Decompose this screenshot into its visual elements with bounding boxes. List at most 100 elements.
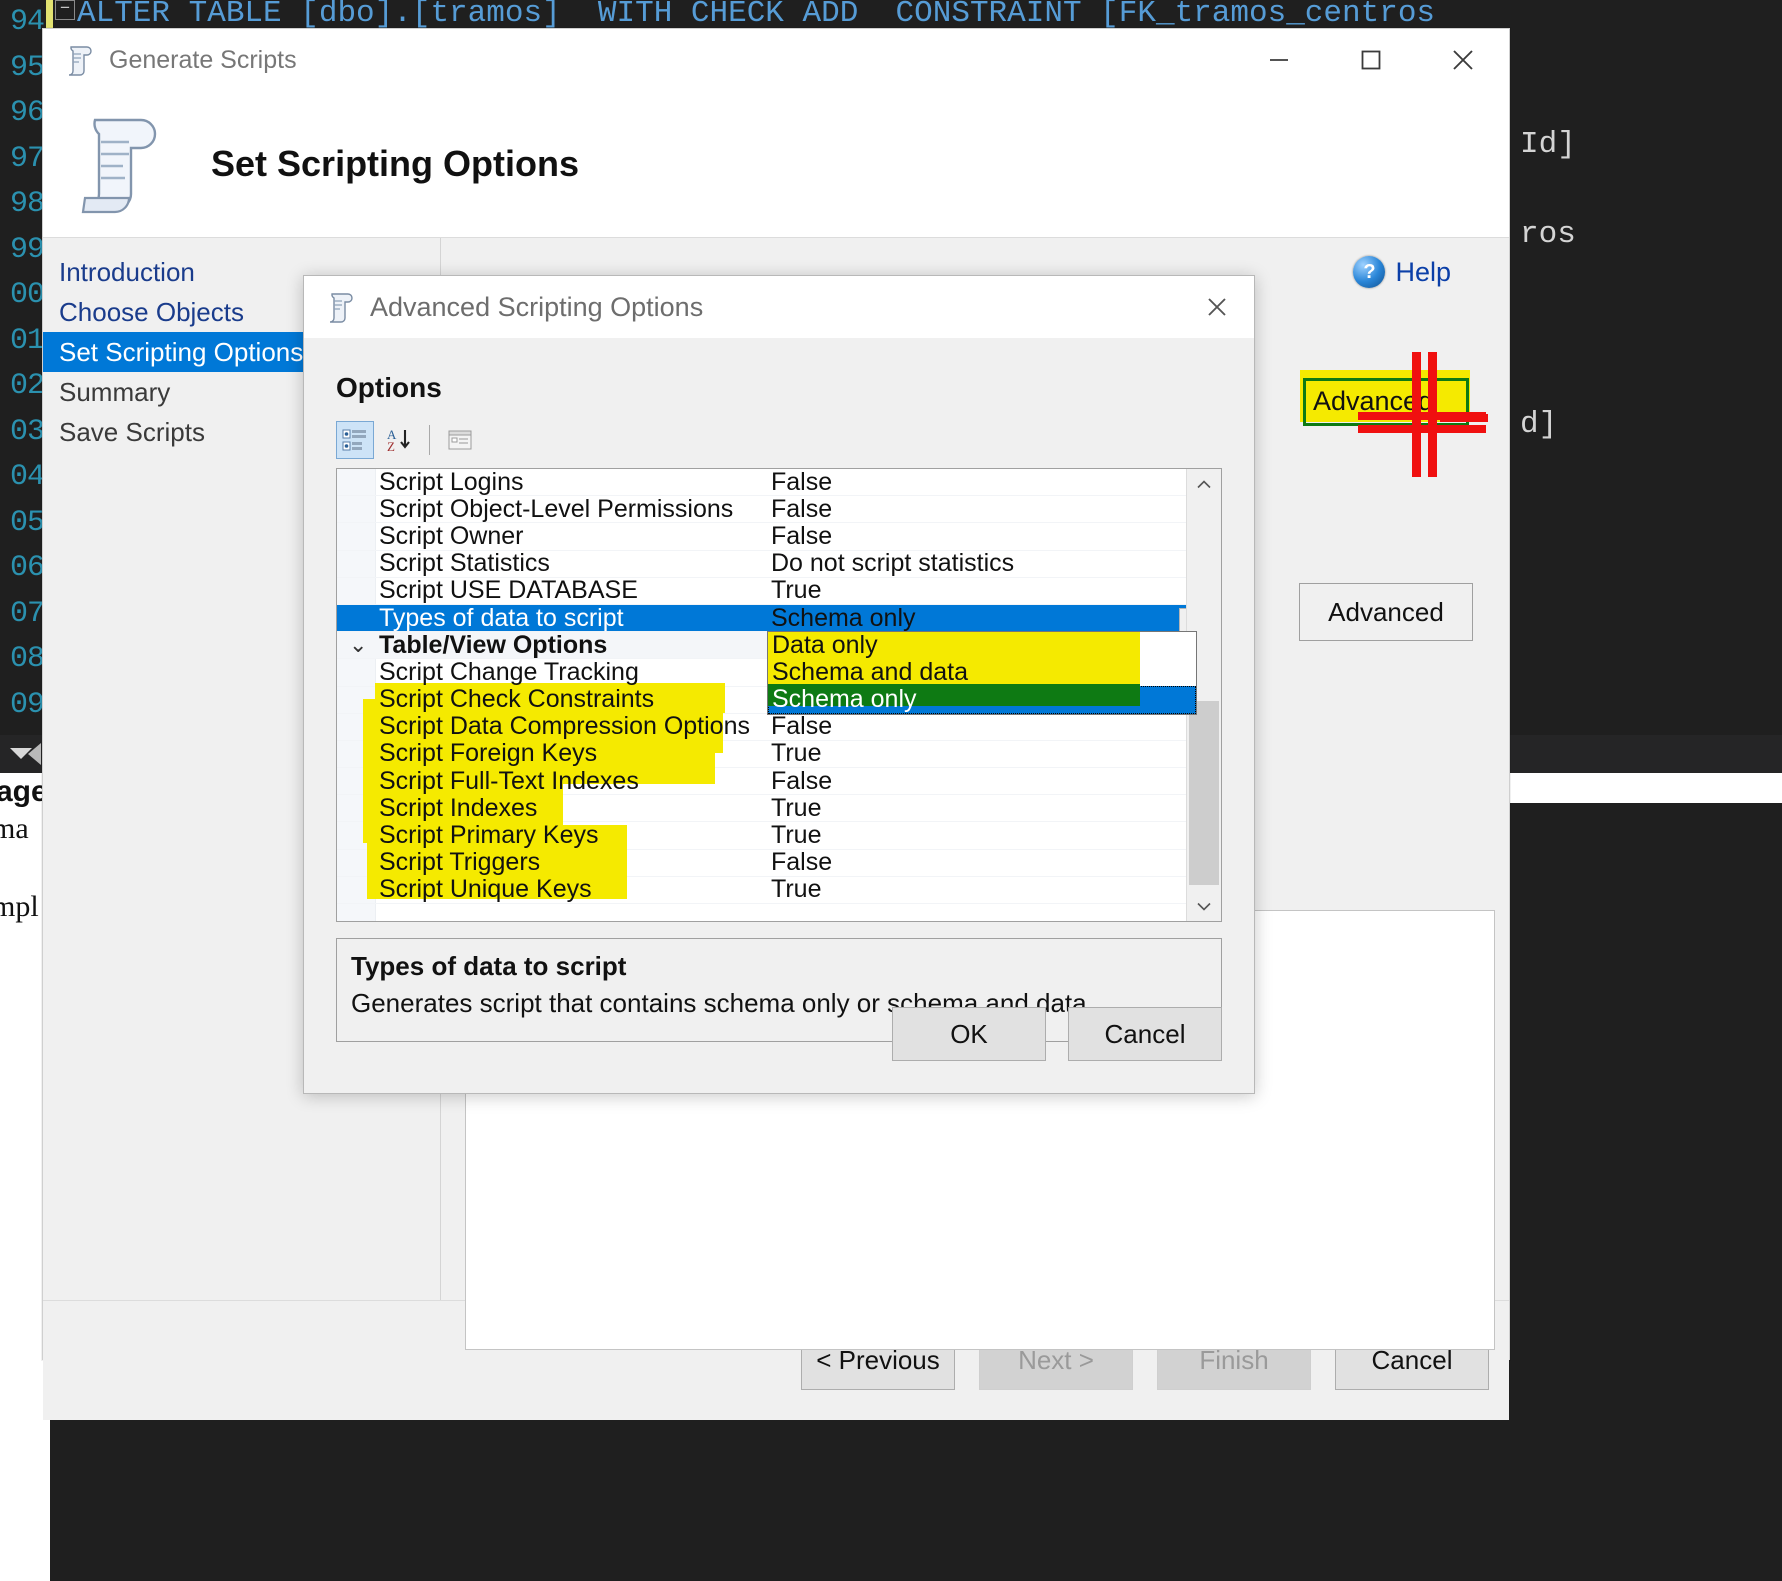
option-value[interactable]: True [767, 794, 1221, 823]
line-number: 00 [9, 278, 45, 312]
line-number: 07 [9, 596, 45, 631]
sql-code-fragment: Id] [1520, 127, 1576, 162]
option-name: Script Check Constraints [379, 685, 655, 714]
advanced-button-label: Advanced [1328, 596, 1444, 627]
line-number: 08 [9, 642, 45, 676]
option-value[interactable]: False [767, 469, 1221, 497]
alphabetical-sort-icon[interactable]: A Z [380, 421, 418, 459]
line-number: 01 [9, 323, 45, 358]
table-row-types-of-data-to-script[interactable]: Types of data to script Schema only [337, 604, 1221, 642]
line-number: 06 [9, 551, 45, 585]
scroll-down-icon[interactable] [1187, 891, 1221, 921]
option-name: Script Indexes [379, 793, 538, 822]
table-row[interactable]: Script Statistics Do not script statisti… [337, 549, 1221, 578]
table-row[interactable]: Script Foreign Keys True [337, 739, 1221, 769]
chevron-down-icon[interactable]: ⌄ [349, 632, 367, 658]
close-button[interactable] [1417, 29, 1509, 91]
doc-text-fragment: ma [0, 812, 29, 845]
dropdown-option-schema-only[interactable]: Schema only [768, 684, 1196, 714]
line-number: 97 [9, 141, 45, 176]
sql-code-fragment: d] [1520, 407, 1558, 442]
table-row[interactable]: Script Unique Keys True [337, 875, 1221, 904]
option-name: Script Data Compression Options [379, 712, 750, 741]
scrollbar-thumb[interactable] [1189, 701, 1219, 885]
line-number: 02 [9, 369, 45, 403]
option-value[interactable]: False [767, 767, 1221, 796]
help-link[interactable]: ? Help [1353, 256, 1451, 288]
minimize-button[interactable] [1233, 29, 1325, 91]
window-title: Generate Scripts [109, 45, 297, 74]
dropdown-option-label: Schema only [772, 685, 917, 714]
dropdown-option-label: Schema and data [772, 658, 968, 687]
dropdown-option-label: Data only [772, 631, 878, 659]
option-name: Script Statistics [379, 549, 550, 578]
advanced-dialog-title: Advanced Scripting Options [370, 291, 704, 322]
table-row[interactable]: Script Indexes True [337, 793, 1221, 823]
svg-text:Z: Z [387, 439, 395, 454]
line-number: 99 [9, 232, 45, 267]
page-title: Set Scripting Options [211, 143, 580, 184]
options-grid[interactable]: Script Logins False Script Object-Level … [336, 468, 1222, 922]
option-value[interactable]: True [767, 821, 1221, 850]
line-number: 95 [9, 50, 45, 85]
maximize-button[interactable] [1325, 29, 1417, 91]
option-value[interactable]: True [767, 576, 1221, 605]
window-controls [1233, 29, 1509, 91]
option-value[interactable]: False [767, 848, 1221, 877]
option-category-name: Table/View Options [379, 630, 608, 659]
dropdown-option-schema-and-data[interactable]: Schema and data [768, 657, 1196, 690]
editor-white-strip [1508, 773, 1782, 803]
table-row[interactable]: Script Full-Text Indexes False [337, 767, 1221, 796]
option-value[interactable]: True [767, 739, 1221, 768]
option-name: Script Foreign Keys [379, 739, 598, 768]
line-number: 96 [9, 96, 45, 130]
option-name: Script USE DATABASE [379, 576, 638, 605]
script-scroll-large-icon [71, 112, 167, 216]
table-row[interactable]: Script Owner False [337, 521, 1221, 551]
scroll-up-icon[interactable] [1187, 469, 1221, 499]
option-value[interactable]: False [767, 522, 1221, 551]
table-row[interactable]: Script Primary Keys True [337, 821, 1221, 850]
option-value[interactable]: Do not script statistics [767, 549, 1221, 578]
table-row[interactable]: Script USE DATABASE True [337, 576, 1221, 605]
option-value[interactable]: False [767, 712, 1221, 741]
types-of-data-dropdown[interactable]: Data only Schema and data Schema only [767, 631, 1197, 715]
option-value[interactable]: False [767, 495, 1221, 524]
option-name: Script Primary Keys [379, 821, 599, 850]
ok-button[interactable]: OK [892, 1007, 1046, 1061]
table-row[interactable]: Script Triggers False [337, 848, 1221, 877]
advanced-cancel-button[interactable]: Cancel [1068, 1007, 1222, 1061]
dropdown-option-data-only[interactable]: Data only [768, 631, 1196, 661]
advanced-dialog-titlebar[interactable]: Advanced Scripting Options [304, 276, 1254, 338]
close-icon[interactable] [1180, 276, 1254, 338]
generate-scripts-titlebar[interactable]: Generate Scripts [43, 29, 1509, 91]
line-number: 98 [9, 187, 45, 221]
doc-text-fragment: mpl [0, 890, 39, 923]
script-scroll-icon [65, 44, 95, 76]
categorized-view-icon[interactable] [336, 421, 374, 459]
option-name: Script Unique Keys [379, 875, 592, 904]
option-name: Script Triggers [379, 848, 541, 877]
advanced-button[interactable]: Advanced [1299, 583, 1473, 641]
property-pages-icon[interactable] [441, 421, 479, 459]
advanced-scripting-options-dialog: Advanced Scripting Options Options A Z S… [303, 275, 1255, 1094]
option-value[interactable]: True [767, 875, 1221, 904]
table-row[interactable]: Script Logins False [337, 468, 1221, 497]
table-row[interactable]: Script Data Compression Options False [337, 712, 1221, 741]
line-number: 05 [9, 505, 45, 540]
table-row[interactable]: Script Object-Level Permissions False [337, 495, 1221, 524]
help-label: Help [1395, 256, 1451, 287]
option-name: Script Logins [379, 468, 524, 496]
option-name: Script Owner [379, 521, 524, 550]
script-scroll-icon [326, 291, 356, 323]
wizard-header: Set Scripting Options [43, 91, 1509, 238]
options-section-title: Options [336, 372, 442, 403]
line-number: 09 [9, 687, 45, 722]
advanced-dialog-footer: OK Cancel [304, 975, 1254, 1093]
toolbar-separator [429, 425, 430, 455]
options-toolbar: A Z [336, 420, 1222, 460]
option-value[interactable]: Schema only [767, 604, 1221, 633]
collapse-outline-toggle[interactable]: − [55, 0, 75, 20]
option-name: Script Change Tracking [379, 657, 639, 686]
line-number: 03 [9, 414, 45, 449]
